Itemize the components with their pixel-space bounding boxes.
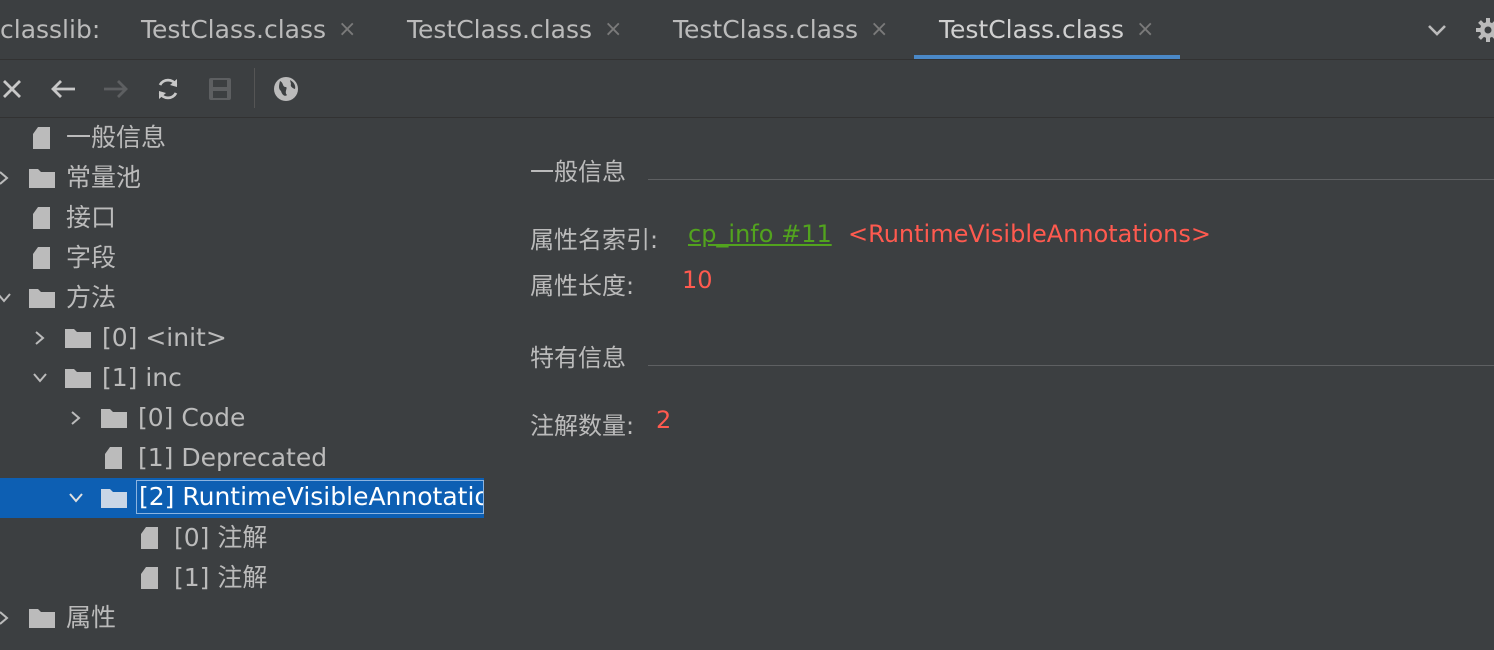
refresh-icon[interactable] (153, 74, 183, 104)
chevron-right-icon[interactable] (0, 170, 12, 186)
folder-icon (101, 409, 127, 428)
section-title-general: 一般信息 (530, 158, 626, 186)
toolbar-separator (254, 68, 255, 108)
tree-item-label: [1] 注解 (174, 563, 268, 592)
globe-icon[interactable] (271, 74, 301, 104)
active-tab-indicator (914, 55, 1180, 59)
attr-name-index-label: 属性名索引: (530, 226, 659, 254)
tree-item-general-info[interactable]: 一般信息 (0, 118, 484, 158)
tree-item-attr-code[interactable]: [0] Code (0, 398, 484, 438)
attr-length-label: 属性长度: (530, 272, 635, 300)
tree-item-annotation-1[interactable]: [1] 注解 (0, 558, 484, 598)
tree-item-label: 属性 (66, 603, 117, 632)
tree-item-method-init[interactable]: [0] <init> (0, 318, 484, 358)
close-icon[interactable]: × (870, 17, 888, 42)
tree-item-method-inc[interactable]: [1] inc (0, 358, 484, 398)
tree-item-label: [0] <init> (102, 323, 227, 352)
file-icon (105, 447, 122, 469)
tree-item-label: [2] RuntimeVisibleAnnotations (136, 480, 484, 514)
attr-name-index-link[interactable]: cp_info #11 (688, 220, 832, 248)
gear-icon[interactable] (1474, 16, 1494, 44)
tree-item-constant-pool[interactable]: 常量池 (0, 158, 484, 198)
chevron-down-icon[interactable] (1424, 18, 1450, 42)
file-icon (33, 207, 50, 229)
chevron-down-icon[interactable] (0, 290, 12, 306)
tree-item-attr-deprecated[interactable]: [1] Deprecated (0, 438, 484, 478)
chevron-right-icon[interactable] (32, 330, 48, 346)
tree-item-label: [1] Deprecated (138, 443, 328, 472)
save-icon (205, 74, 235, 104)
tab-testclass-1[interactable]: TestClass.class × (141, 0, 356, 59)
section-divider (648, 365, 1494, 366)
section-title-specific: 特有信息 (530, 344, 626, 372)
tree-item-attr-runtime-visible-annotations[interactable]: [2] RuntimeVisibleAnnotations (0, 478, 484, 518)
folder-icon (101, 489, 127, 508)
tab-testclass-3[interactable]: TestClass.class × (673, 0, 888, 59)
tab-label: TestClass.class (407, 15, 593, 44)
tree-item-methods[interactable]: 方法 (0, 278, 484, 318)
annotation-count-value: 2 (656, 406, 672, 434)
tree-item-label: 方法 (66, 283, 117, 312)
folder-icon (29, 609, 55, 628)
tab-classlib[interactable]: classlib: (0, 0, 100, 59)
forward-arrow-icon (101, 74, 131, 104)
tab-testclass-4-active[interactable]: TestClass.class × (939, 0, 1154, 59)
section-divider (648, 179, 1494, 180)
tree-item-label: 一般信息 (66, 123, 167, 152)
toolbar (0, 60, 1494, 118)
structure-tree: 一般信息 常量池 接口 字段 方法 [0] <init> [1] inc [0]… (0, 118, 484, 650)
tree-item-label: 字段 (66, 243, 117, 272)
folder-icon (29, 289, 55, 308)
editor-tab-bar: classlib: TestClass.class × TestClass.cl… (0, 0, 1494, 60)
tree-item-label: [0] Code (138, 403, 246, 432)
tree-item-label: 常量池 (66, 163, 142, 192)
close-icon[interactable] (0, 74, 27, 104)
details-panel: 一般信息 属性名索引: cp_info #11 <RuntimeVisibleA… (484, 118, 1494, 650)
tab-label: TestClass.class (141, 15, 327, 44)
tab-label: classlib: (0, 15, 101, 44)
tab-label: TestClass.class (939, 15, 1125, 44)
attr-length-value: 10 (682, 266, 713, 294)
close-icon[interactable]: × (1136, 17, 1154, 42)
attr-name-index-value: <RuntimeVisibleAnnotations> (848, 220, 1211, 248)
back-arrow-icon[interactable] (48, 74, 78, 104)
file-icon (33, 247, 50, 269)
tree-item-fields[interactable]: 字段 (0, 238, 484, 278)
file-icon (141, 567, 158, 589)
tree-item-annotation-0[interactable]: [0] 注解 (0, 518, 484, 558)
file-icon (33, 127, 50, 149)
tree-item-label: [0] 注解 (174, 523, 268, 552)
tab-label: TestClass.class (673, 15, 859, 44)
close-icon[interactable]: × (604, 17, 622, 42)
tree-item-label: 接口 (66, 203, 117, 232)
chevron-right-icon[interactable] (68, 410, 84, 426)
folder-icon (29, 169, 55, 188)
folder-icon (65, 369, 91, 388)
tree-item-interfaces[interactable]: 接口 (0, 198, 484, 238)
tree-item-label: [1] inc (102, 363, 182, 392)
chevron-down-icon[interactable] (32, 370, 48, 386)
tree-item-attributes[interactable]: 属性 (0, 598, 484, 638)
annotation-count-label: 注解数量: (530, 412, 635, 440)
chevron-right-icon[interactable] (0, 610, 12, 626)
folder-icon (65, 329, 91, 348)
file-icon (141, 527, 158, 549)
close-icon[interactable]: × (338, 17, 356, 42)
tab-testclass-2[interactable]: TestClass.class × (407, 0, 622, 59)
chevron-down-icon[interactable] (68, 490, 84, 506)
